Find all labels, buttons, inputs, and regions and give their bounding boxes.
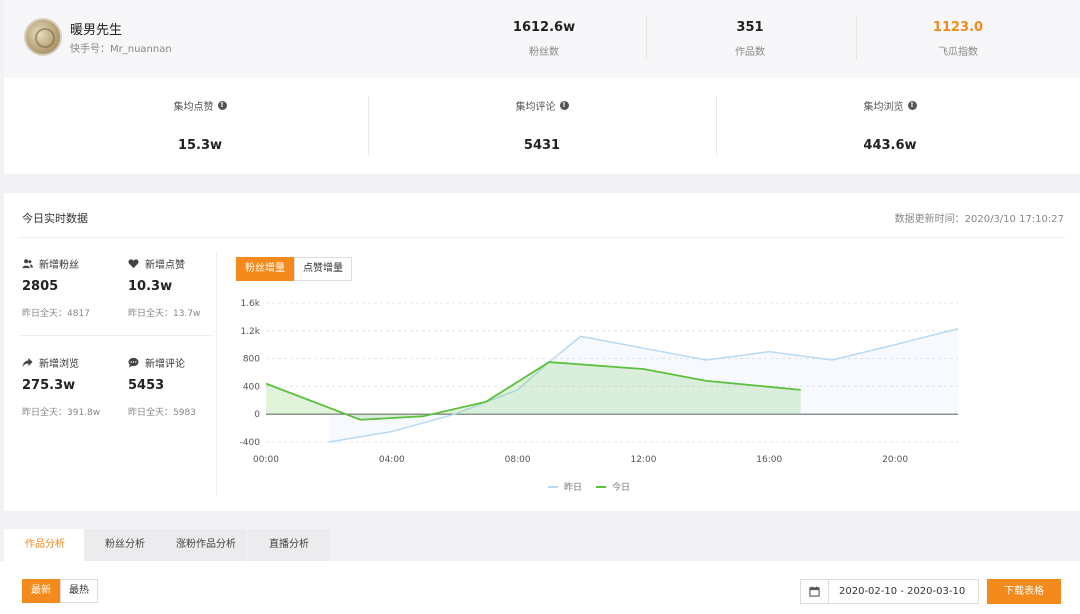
stat-value: 351 <box>736 20 764 35</box>
heart-icon <box>128 259 139 269</box>
y-tick-label: 0 <box>254 410 260 420</box>
divider <box>856 16 857 60</box>
stat-works: 351 作品数 <box>650 20 850 58</box>
comment-icon <box>128 357 139 368</box>
metric-value: 5453 <box>128 378 165 393</box>
avatar[interactable] <box>24 18 62 56</box>
metric-new-likes: 新增点赞 10.3w 昨日全天：13.7w <box>128 256 224 319</box>
metric-label: 新增点赞 <box>145 260 185 271</box>
stat-index: 1123.0 飞瓜指数 <box>858 20 1058 58</box>
metric-yesterday: 昨日全天：4817 <box>22 309 90 319</box>
avg-value: 5431 <box>523 138 561 153</box>
date-range-picker[interactable]: 2020-02-10 - 2020-03-10 <box>800 579 979 604</box>
avg-value: 15.3w <box>177 138 223 153</box>
date-range-value: 2020-02-10 - 2020-03-10 <box>839 586 966 597</box>
stat-label: 飞瓜指数 <box>938 47 978 58</box>
tab-live-analysis[interactable]: 直播分析 <box>248 529 330 561</box>
avg-label: 集均点赞 <box>173 102 214 113</box>
divider <box>716 96 717 156</box>
metric-value: 2805 <box>22 279 59 294</box>
profile-card: 暖男先生 快手号：Mr_nuannan 1612.6w 粉丝数 351 作品数 … <box>4 0 1080 78</box>
avg-likes: 集均点赞! 15.3w <box>50 98 350 153</box>
x-tick-label: 08:00 <box>505 455 531 465</box>
tab-growth-works-analysis[interactable]: 涨粉作品分析 <box>165 529 247 561</box>
divider <box>216 253 217 495</box>
stat-value: 1612.6w <box>512 20 576 35</box>
metric-label: 新增评论 <box>145 359 185 370</box>
avg-label: 集均评论 <box>515 102 556 113</box>
metric-yesterday: 昨日全天：13.7w <box>128 309 201 319</box>
stat-label: 作品数 <box>735 47 765 58</box>
sort-hottest-button[interactable]: 最热 <box>60 579 98 603</box>
avg-views: 集均浏览! 443.6w <box>740 98 1040 153</box>
user-name: 暖男先生 <box>70 23 123 38</box>
divider <box>368 96 369 156</box>
calendar-icon <box>801 580 829 603</box>
tab-fans-analysis[interactable]: 粉丝分析 <box>84 529 166 561</box>
metric-label: 新增粉丝 <box>39 260 79 271</box>
y-tick-label: 400 <box>243 382 260 392</box>
averages-card: 集均点赞! 15.3w 集均评论! 5431 集均浏览! 443.6w <box>4 78 1080 174</box>
stat-fans: 1612.6w 粉丝数 <box>444 20 644 58</box>
metric-new-views: 新增浏览 275.3w 昨日全天：391.8w <box>22 355 118 418</box>
x-tick-label: 00:00 <box>253 455 279 465</box>
metric-new-fans: 新增粉丝 2805 昨日全天：4817 <box>22 256 118 319</box>
tab-works-analysis[interactable]: 作品分析 <box>4 529 86 561</box>
info-icon[interactable]: ! <box>217 101 227 110</box>
legend-label: 昨日 <box>564 481 582 493</box>
tab-bar: 作品分析 粉丝分析 涨粉作品分析 直播分析 <box>0 529 1080 561</box>
share-arrow-icon <box>22 357 33 368</box>
download-table-button[interactable]: 下载表格 <box>987 579 1061 604</box>
metric-yesterday: 昨日全天：391.8w <box>22 408 101 418</box>
x-tick-label: 04:00 <box>379 455 405 465</box>
y-tick-label: -400 <box>240 438 261 448</box>
metric-value: 10.3w <box>128 279 173 294</box>
line-chart: -400 0 400 800 1.2k 1.6k 00:00 04:00 08:00 12:00 1… <box>240 299 959 493</box>
divider <box>18 237 1066 238</box>
toggle-fans-increase[interactable]: 粉丝增量 <box>236 257 294 281</box>
avg-label: 集均浏览 <box>863 102 904 113</box>
y-tick-label: 1.6k <box>240 299 260 309</box>
user-handle: 快手号：Mr_nuannan <box>70 44 172 55</box>
metric-yesterday: 昨日全天：5983 <box>128 408 196 418</box>
avg-value: 443.6w <box>863 138 917 153</box>
info-icon[interactable]: ! <box>559 101 569 110</box>
chart-toggle: 粉丝增量 点赞增量 <box>236 257 352 281</box>
works-toolbar: 最新 最热 2020-02-10 - 2020-03-10 下载表格 <box>0 561 1080 614</box>
stat-label: 粉丝数 <box>529 47 559 58</box>
divider <box>646 16 647 60</box>
update-time: 数据更新时间：2020/3/10 17:10:27 <box>894 214 1064 225</box>
avg-comments: 集均评论! 5431 <box>392 98 692 153</box>
divider <box>18 335 214 336</box>
metric-new-comments: 新增评论 5453 昨日全天：5983 <box>128 355 224 418</box>
stat-value: 1123.0 <box>932 20 984 35</box>
metric-value: 275.3w <box>22 378 76 393</box>
toggle-likes-increase[interactable]: 点赞增量 <box>294 257 352 281</box>
x-tick-label: 20:00 <box>882 455 908 465</box>
y-tick-label: 800 <box>243 355 260 365</box>
section-title: 今日实时数据 <box>22 212 88 225</box>
users-icon <box>22 259 33 269</box>
x-tick-label: 12:00 <box>630 455 656 465</box>
info-icon[interactable]: ! <box>907 101 917 110</box>
sort-toggle: 最新 最热 <box>22 579 98 603</box>
sort-latest-button[interactable]: 最新 <box>22 579 60 603</box>
y-tick-label: 1.2k <box>240 327 260 337</box>
realtime-card: 今日实时数据 数据更新时间：2020/3/10 17:10:27 新增粉丝 28… <box>4 193 1080 511</box>
legend-label: 今日 <box>612 481 630 493</box>
metric-label: 新增浏览 <box>39 359 79 370</box>
x-tick-label: 16:00 <box>756 455 782 465</box>
